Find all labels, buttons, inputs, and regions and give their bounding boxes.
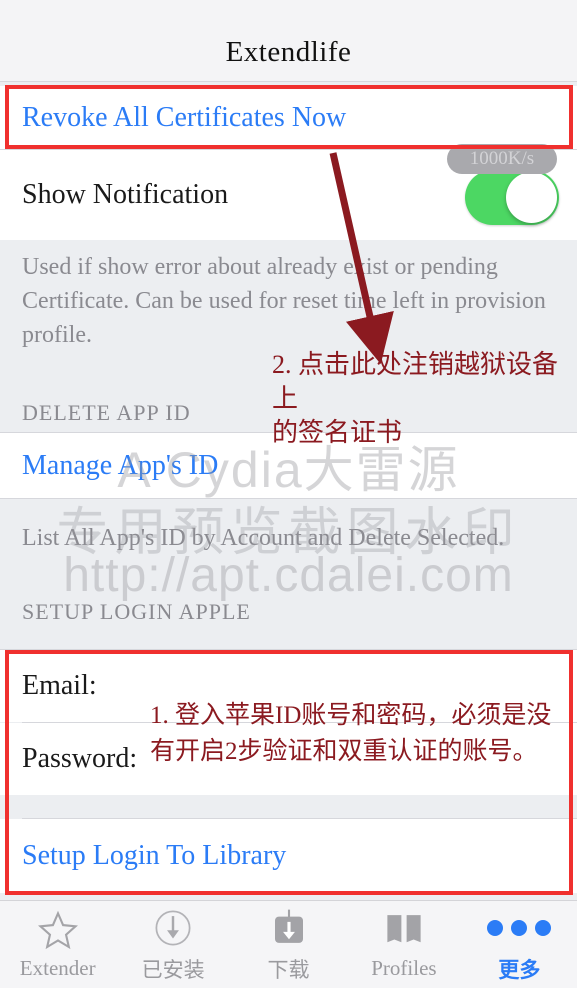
tab-downloads[interactable]: 下载 — [231, 901, 346, 988]
circle-download-icon — [152, 906, 194, 950]
tab-profiles-label: Profiles — [371, 956, 437, 980]
annotation-note-2: 2. 点击此处注销越狱设备上 的签名证书 — [272, 350, 559, 447]
page-title: Extendlife — [225, 36, 352, 68]
tab-downloads-label: 下载 — [267, 957, 310, 982]
tab-more[interactable]: 更多 — [462, 901, 577, 988]
tab-installed[interactable]: 已安装 — [115, 901, 230, 988]
toggle-knob — [506, 172, 557, 223]
manage-description-text: List All App's ID by Account and Delete … — [22, 525, 505, 551]
email-input[interactable] — [96, 671, 577, 701]
setup-login-to-library-label: Setup Login To Library — [22, 840, 287, 871]
annotation-note-1: 1. 登入苹果ID账号和密码，必须是没 有开启2步验证和双重认证的账号。 — [150, 702, 552, 765]
app-screen: Extendlife Revoke All Certificates Now S… — [0, 0, 577, 988]
revoke-all-certificates-label: Revoke All Certificates Now — [22, 101, 347, 133]
setup-login-to-library-row[interactable]: Setup Login To Library — [0, 819, 577, 893]
tab-profiles[interactable]: Profiles — [346, 901, 461, 988]
navigation-bar: Extendlife — [0, 0, 577, 82]
tab-extender[interactable]: Extender — [0, 901, 115, 988]
email-label: Email: — [22, 670, 97, 701]
revoke-all-certificates-row[interactable]: Revoke All Certificates Now — [0, 86, 577, 149]
manage-app-id-label: Manage App's ID — [22, 449, 219, 481]
tab-extender-label: Extender — [19, 956, 96, 980]
tab-more-label: 更多 — [498, 957, 541, 982]
tab-bar: Extender 已安装 下载 Profiles 更多 — [0, 900, 577, 988]
download-box-icon — [268, 906, 310, 950]
setup-login-apple-section-header: SETUP LOGIN APPLE — [22, 599, 251, 624]
network-speed-badge: 1000K/s — [447, 144, 557, 174]
show-notification-toggle[interactable] — [465, 170, 559, 225]
book-icon — [383, 908, 425, 952]
password-label: Password: — [22, 743, 138, 774]
manage-description-group: List All App's ID by Account and Delete … — [0, 499, 577, 649]
show-notification-label: Show Notification — [22, 179, 229, 210]
revoke-description-text: Used if show error about already exist o… — [22, 254, 546, 348]
star-icon — [37, 908, 79, 952]
ellipsis-icon — [487, 906, 552, 950]
tab-installed-label: 已安装 — [141, 957, 205, 982]
